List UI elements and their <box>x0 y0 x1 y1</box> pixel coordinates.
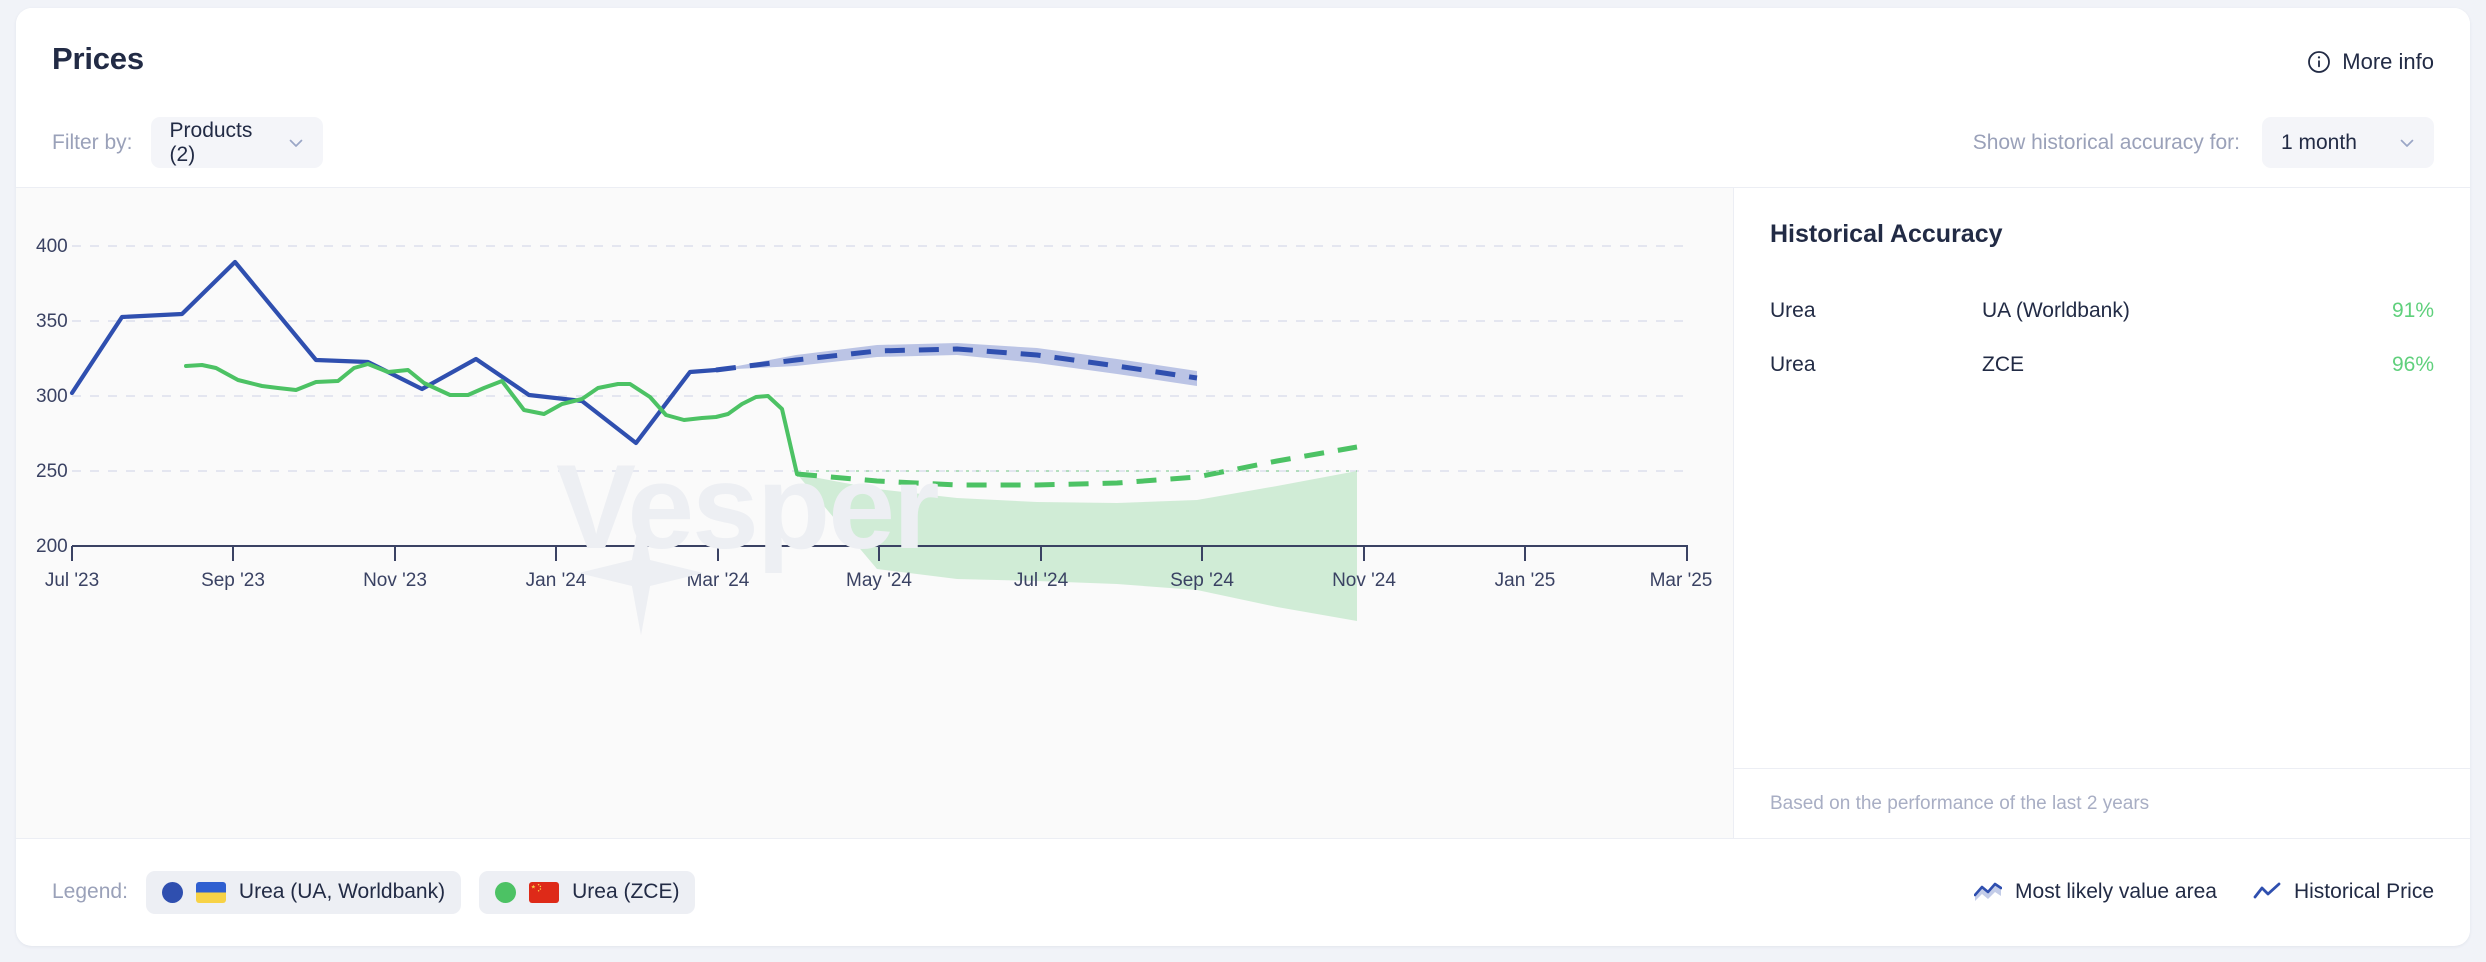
svg-text:Mar '24: Mar '24 <box>687 570 750 591</box>
historical-accuracy-panel: Historical Accuracy Urea UA (Worldbank) … <box>1734 188 2470 838</box>
more-info-label: More info <box>2342 49 2434 74</box>
svg-text:Sep '23: Sep '23 <box>201 570 265 591</box>
green-forecast-line <box>796 444 1358 488</box>
accuracy-source: ZCE <box>1982 352 2024 376</box>
accuracy-period-row: Show historical accuracy for: 1 month <box>1973 117 2434 168</box>
legend-item-urea-ua[interactable]: Urea (UA, Worldbank) <box>145 870 462 914</box>
card-header: Prices More info Filter by: Products (2)… <box>16 8 2470 188</box>
svg-text:Jul '23: Jul '23 <box>45 570 99 591</box>
filter-row: Filter by: Products (2) <box>52 117 323 168</box>
legend-marker-label: Most likely value area <box>2015 880 2217 903</box>
accuracy-value: 96% <box>2391 352 2434 376</box>
accuracy-product: Urea <box>1770 352 1816 376</box>
green-historical-line <box>184 362 799 476</box>
divider <box>1734 768 2470 769</box>
legend-series-group: Legend: Urea (UA, Worldbank) Urea (ZCE) <box>52 870 696 914</box>
filter-by-label: Filter by: <box>52 130 133 154</box>
svg-text:Sep '24: Sep '24 <box>1170 570 1234 591</box>
svg-text:250: 250 <box>36 461 68 482</box>
accuracy-value: 91% <box>2391 298 2434 322</box>
legend-historical-price: Historical Price <box>2253 880 2434 904</box>
prices-card: Prices More info Filter by: Products (2)… <box>16 8 2470 946</box>
series-color-dot <box>161 881 183 903</box>
products-filter-value: Products (2) <box>169 118 253 166</box>
ukraine-flag-icon <box>195 881 226 903</box>
info-circle-icon <box>2308 51 2331 73</box>
historical-accuracy-title: Historical Accuracy <box>1770 220 2003 248</box>
series-color-dot <box>495 881 517 903</box>
legend-label: Legend: <box>52 880 128 903</box>
svg-text:Jan '25: Jan '25 <box>1495 570 1556 591</box>
chevron-down-icon <box>289 139 302 147</box>
accuracy-source: UA (Worldbank) <box>1982 298 2130 322</box>
legend-item-label: Urea (ZCE) <box>572 880 680 903</box>
table-row: Urea ZCE 96% <box>1770 338 2434 391</box>
legend-marker-group: Most likely value area Historical Price <box>1974 880 2434 904</box>
legend-bar: Legend: Urea (UA, Worldbank) Urea (ZCE) … <box>16 838 2470 945</box>
svg-text:Nov '24: Nov '24 <box>1332 570 1396 591</box>
china-flag-icon <box>529 881 560 903</box>
svg-text:Mar '25: Mar '25 <box>1650 570 1713 591</box>
svg-text:300: 300 <box>36 386 68 407</box>
accuracy-footnote: Based on the performance of the last 2 y… <box>1770 793 2150 814</box>
legend-most-likely-area: Most likely value area <box>1974 880 2217 904</box>
svg-text:May '24: May '24 <box>846 570 912 591</box>
more-info-button[interactable]: More info <box>2307 49 2434 75</box>
legend-item-urea-zce[interactable]: Urea (ZCE) <box>479 870 696 914</box>
svg-text:400: 400 <box>36 236 68 257</box>
legend-item-label: Urea (UA, Worldbank) <box>238 880 446 903</box>
svg-text:200: 200 <box>36 536 68 557</box>
svg-text:350: 350 <box>36 311 68 332</box>
blue-historical-line <box>69 259 719 446</box>
price-chart[interactable]: Vesper 400 350 300 250 200 Jul '23 Sep '… <box>16 188 1734 838</box>
legend-marker-label: Historical Price <box>2293 880 2434 903</box>
svg-text:Nov '23: Nov '23 <box>363 570 427 591</box>
svg-text:Jan '24: Jan '24 <box>526 570 587 591</box>
page-title: Prices <box>52 41 144 76</box>
accuracy-period-select[interactable]: 1 month <box>2262 117 2434 168</box>
line-chart-icon <box>2253 882 2281 899</box>
products-filter-select[interactable]: Products (2) <box>150 117 323 168</box>
accuracy-product: Urea <box>1770 298 1816 322</box>
historical-accuracy-table: Urea UA (Worldbank) 91% Urea ZCE 96% <box>1770 284 2434 391</box>
accuracy-period-value: 1 month <box>2281 130 2357 154</box>
y-axis-labels: 400 350 300 250 200 <box>36 236 68 557</box>
card-body: Vesper 400 350 300 250 200 Jul '23 Sep '… <box>16 188 2470 838</box>
chart-svg: 400 350 300 250 200 Jul '23 Sep '23 Nov … <box>36 236 1713 621</box>
x-axis-labels: Jul '23 Sep '23 Nov '23 Jan '24 Mar '24 … <box>45 570 1713 591</box>
svg-text:Jul '24: Jul '24 <box>1014 570 1069 591</box>
accuracy-period-label: Show historical accuracy for: <box>1972 130 2240 154</box>
table-row: Urea UA (Worldbank) 91% <box>1770 284 2434 337</box>
area-band-icon <box>1974 882 2003 901</box>
chevron-down-icon <box>2400 139 2414 147</box>
